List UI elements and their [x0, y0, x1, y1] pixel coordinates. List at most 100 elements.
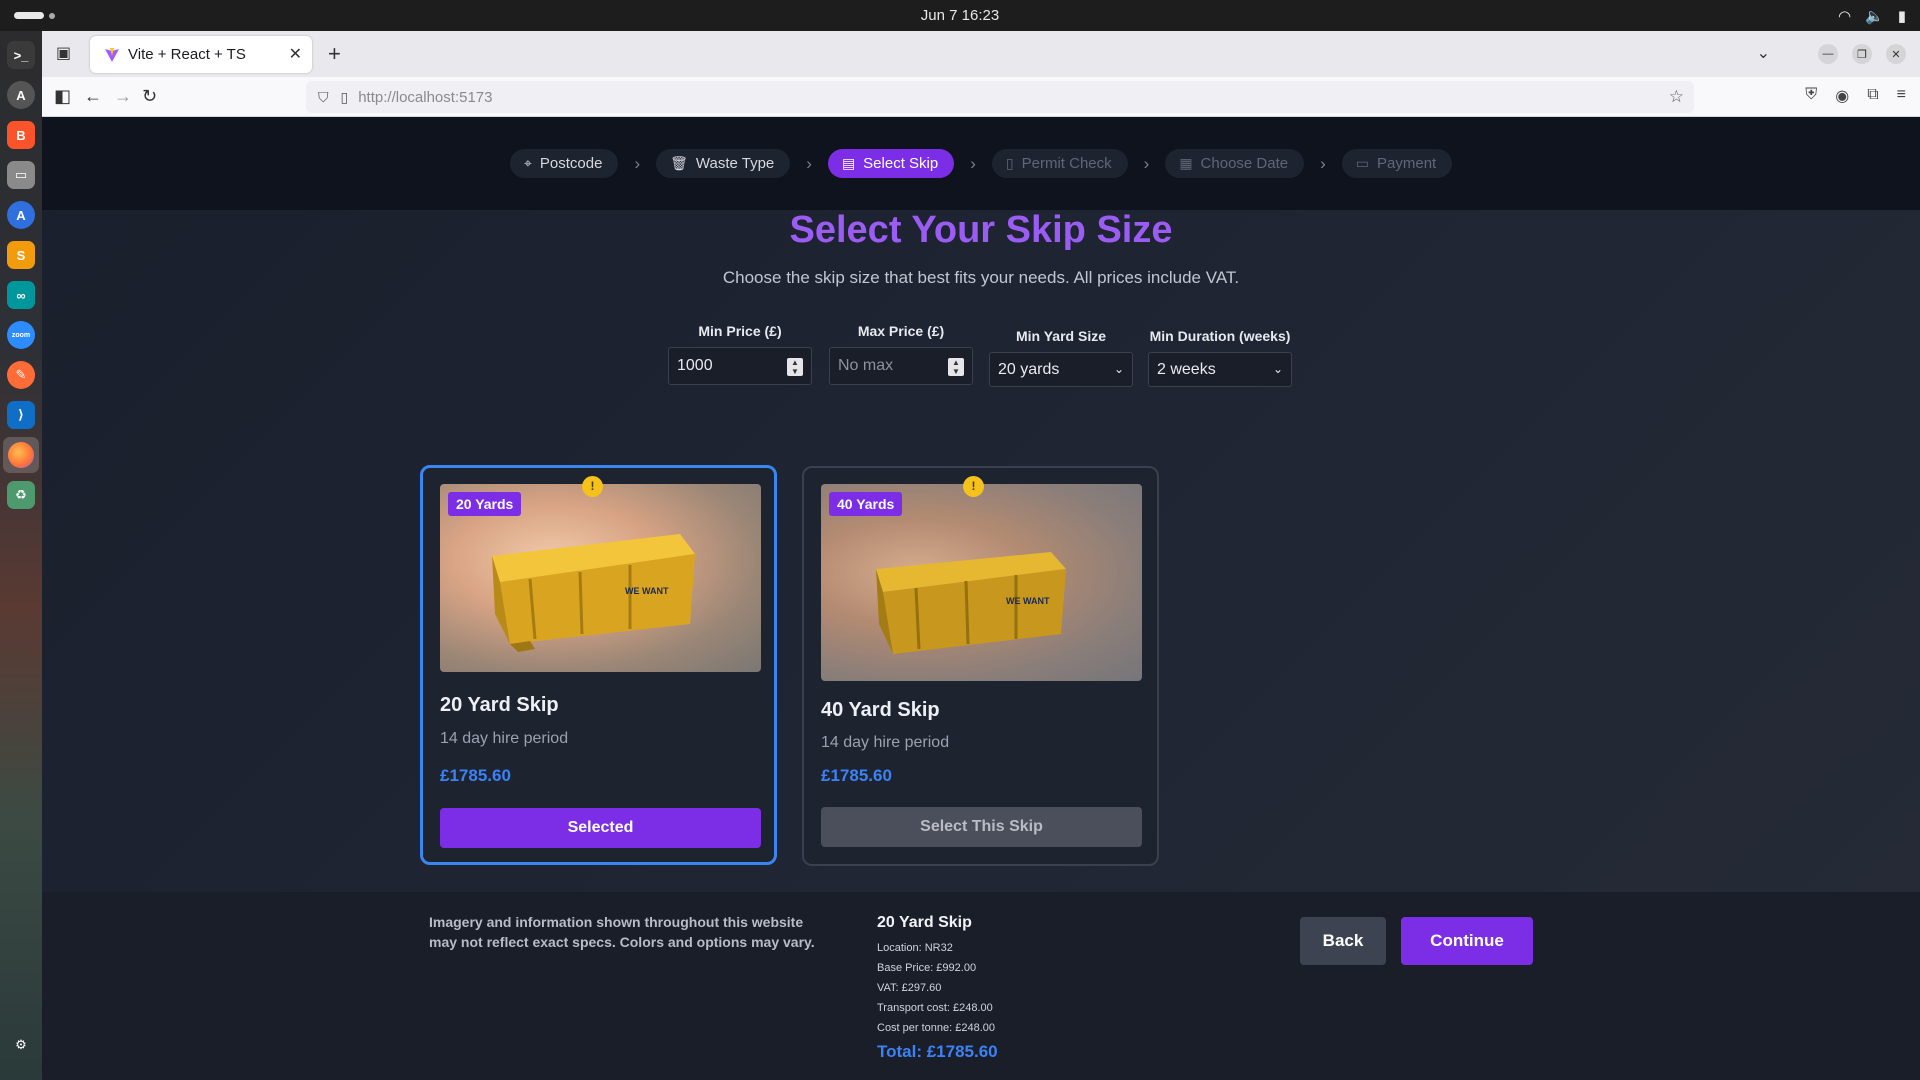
url-host: http://localhost — [358, 88, 455, 106]
svg-text:WE WANT: WE WANT — [1006, 596, 1050, 606]
software-center-icon[interactable]: A — [7, 81, 35, 109]
summary-per-tonne: Cost per tonne: £248.00 — [877, 1022, 996, 1034]
page-subtitle: Choose the skip size that best fits your… — [722, 268, 1240, 287]
tab-overview-icon[interactable]: ▣ — [56, 43, 71, 63]
close-tab-icon[interactable]: ✕ — [289, 44, 302, 64]
selected-button[interactable]: Selected — [440, 808, 761, 848]
stepper-steps: ⌖ Postcode › 🗑 Waste Type › ▤ Select Skip › ▯ Perm… — [510, 149, 1453, 178]
system-clock[interactable]: Jun 7 16:23 — [0, 7, 1920, 24]
select-this-skip-button[interactable]: Select This Skip — [821, 807, 1142, 847]
address-bar[interactable]: ⛉ ▯ http://localhost:5173 ☆ — [306, 81, 1694, 113]
disclaimer-text: Imagery and information shown throughout… — [429, 914, 815, 950]
extensions-icon[interactable]: ⧉ — [1867, 86, 1878, 106]
trash-icon: 🗑 — [670, 155, 688, 171]
progress-stepper: ⌖ Postcode › 🗑 Waste Type › ▤ Select Skip › ▯ Perm… — [42, 117, 1920, 210]
step-label: Postcode — [539, 155, 603, 172]
summary-total: Total: £1785.60 — [877, 1042, 998, 1061]
skip-price: £1785.60 — [440, 766, 511, 785]
back-arrow-icon[interactable]: ← — [84, 86, 102, 107]
reload-icon[interactable]: ↻ — [142, 86, 157, 107]
sidebar-toggle-icon[interactable]: ◧ — [54, 86, 71, 107]
browser-tab-bar: ▣ Vite + React + TS ✕ + ⌄ — ❐ ✕ — [42, 31, 1920, 77]
url-port: :5173 — [454, 88, 493, 106]
yard-size-badge: 40 Yards — [829, 492, 903, 516]
close-window-icon[interactable]: ✕ — [1886, 44, 1906, 64]
skip-image: WE WANT 20 Yards — [440, 484, 761, 672]
page-info-icon[interactable]: ▯ — [341, 89, 349, 106]
min-price-spinner-icon[interactable]: ▲ ▼ — [787, 358, 803, 376]
min-duration-label: Min Duration (weeks) — [1149, 328, 1291, 344]
min-duration-select[interactable]: 2 weeks ⌄ — [1148, 352, 1292, 387]
skip-price: £1785.60 — [821, 766, 892, 785]
credit-card-icon: ▭ — [1355, 155, 1370, 171]
app-store-icon[interactable]: A — [7, 201, 35, 229]
min-yard-value: 20 yards — [998, 360, 1060, 378]
account-icon[interactable]: ◉ — [1835, 86, 1849, 106]
chevron-right-icon: › — [634, 153, 641, 173]
step-select-skip[interactable]: ▤ Select Skip — [827, 149, 955, 178]
chevron-down-icon: ⌄ — [1113, 362, 1124, 376]
skip-name: 20 Yard Skip — [440, 694, 559, 716]
trash-bin-icon[interactable]: ♻ — [7, 481, 35, 509]
tab-title: Vite + React + TS — [128, 46, 246, 63]
step-permit-check: ▯ Permit Check — [991, 149, 1128, 178]
tab-list-chevron-icon[interactable]: ⌄ — [1757, 43, 1770, 63]
wifi-icon[interactable]: ◠ — [1838, 7, 1851, 25]
firefox-icon[interactable] — [3, 437, 39, 473]
zoom-icon[interactable]: zoom — [7, 321, 35, 349]
restore-icon[interactable]: ❐ — [1852, 44, 1872, 64]
chevron-right-icon: › — [1320, 153, 1326, 173]
max-price-placeholder: No max — [838, 357, 894, 374]
continue-button[interactable]: Continue — [1401, 917, 1533, 965]
step-postcode[interactable]: ⌖ Postcode — [510, 149, 619, 178]
vscode-icon[interactable]: ⟩ — [7, 401, 35, 429]
browser-nav-bar: ◧ ← → ↻ ⛉ ▯ http://localhost:5173 ☆ ⛨ ◉ … — [42, 77, 1920, 117]
menu-icon[interactable]: ≡ — [1897, 86, 1906, 106]
app-dock: >_ A B ▭ A S ∞ zoom ✎ ⟩ ♻ ⚙ — [0, 31, 42, 1080]
shield-icon[interactable]: ⛉ — [318, 89, 329, 106]
step-label: Payment — [1377, 155, 1437, 172]
hire-period: 14 day hire period — [821, 734, 950, 751]
summary-location: Location: NR32 — [877, 942, 953, 954]
summary-base-price: Base Price: £992.00 — [877, 962, 977, 974]
skip-name: 40 Yard Skip — [821, 699, 940, 721]
terminal-icon[interactable]: >_ — [7, 41, 35, 69]
step-waste-type[interactable]: 🗑 Waste Type — [656, 149, 791, 178]
bookmark-star-icon[interactable]: ☆ — [1669, 87, 1684, 107]
chevron-down-icon: ⌄ — [1272, 362, 1283, 376]
files-icon[interactable]: ▭ — [7, 161, 35, 189]
min-price-value: 1000 — [677, 357, 713, 374]
url-text[interactable]: http://localhost:5173 — [358, 89, 492, 106]
step-label: Choose Date — [1200, 155, 1289, 172]
sublime-text-icon[interactable]: S — [7, 241, 35, 269]
document-icon: ▯ — [1005, 155, 1014, 171]
new-tab-icon[interactable]: + — [328, 41, 341, 67]
step-choose-date: ▦ Choose Date — [1165, 149, 1305, 178]
arduino-icon[interactable]: ∞ — [7, 281, 35, 309]
system-tray[interactable]: ◠ 🔈 ▮ — [1838, 7, 1906, 25]
postman-icon[interactable]: ✎ — [7, 361, 35, 389]
show-apps-icon[interactable]: ⚙ — [7, 1031, 35, 1059]
min-price-label: Min Price (£) — [698, 323, 782, 339]
browser-tab[interactable]: Vite + React + TS ✕ — [90, 36, 312, 73]
map-pin-icon: ⌖ — [524, 155, 532, 171]
brave-browser-icon[interactable]: B — [7, 121, 35, 149]
page-title: Select Your Skip Size — [789, 209, 1173, 251]
min-yard-select[interactable]: 20 yards ⌄ — [989, 352, 1133, 387]
max-price-input[interactable]: No max ▲ ▼ — [829, 347, 973, 385]
volume-icon[interactable]: 🔈 — [1865, 7, 1884, 25]
chevron-right-icon: › — [970, 153, 976, 173]
back-button[interactable]: Back — [1300, 917, 1386, 965]
minimize-icon[interactable]: — — [1818, 44, 1838, 64]
warning-icon: ! — [582, 476, 603, 497]
min-price-input[interactable]: 1000 ▲ ▼ — [668, 347, 812, 385]
battery-icon[interactable]: ▮ — [1898, 7, 1906, 25]
page-content: ⌖ Postcode › 🗑 Waste Type › ▤ Select Skip › ▯ Perm… — [42, 117, 1920, 1080]
pocket-icon[interactable]: ⛨ — [1805, 86, 1817, 106]
skip-card-20-yard[interactable]: WE WANT 20 Yards ! 20 Yard Skip 14 day h… — [420, 465, 777, 865]
max-price-spinner-icon[interactable]: ▲ ▼ — [948, 358, 964, 376]
calendar-icon: ▦ — [1179, 155, 1193, 171]
min-duration-value: 2 weeks — [1157, 360, 1216, 378]
skip-card-40-yard[interactable]: WE WANT 40 Yards ! 40 Yard Skip 14 day h… — [802, 466, 1159, 866]
forward-arrow-icon[interactable]: → — [114, 86, 132, 107]
